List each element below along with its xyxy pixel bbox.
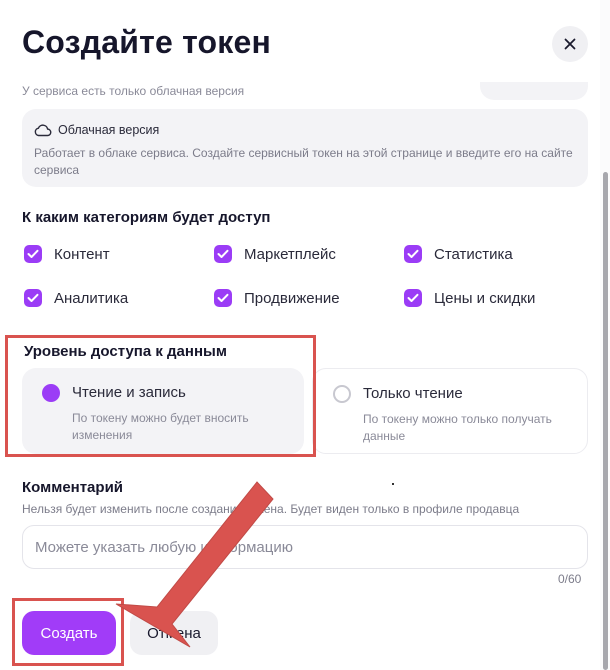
highlight-box-create-button [12,598,124,666]
checkbox-label: Статистика [434,245,513,263]
checkbox-label: Контент [54,245,110,263]
highlight-box-access-level [5,335,316,457]
close-button[interactable] [552,26,588,62]
comment-hint: Нельзя будет изменить после создания ток… [22,502,520,516]
checkbox-checked-icon[interactable] [24,289,42,307]
comment-char-counter: 0/60 [558,572,582,586]
comment-label: Комментарий [22,479,124,496]
checkbox-content[interactable]: Контент [24,245,110,263]
cloud-version-description: Работает в облаке сервиса. Создайте серв… [34,146,573,177]
stray-dot [392,483,394,485]
checkbox-marketplace[interactable]: Маркетплейс [214,245,336,263]
checkbox-checked-icon[interactable] [404,289,422,307]
categories-label: К каким категориям будет доступ [22,209,271,226]
checkbox-checked-icon[interactable] [214,245,232,263]
checkbox-prices-discounts[interactable]: Цены и скидки [404,289,535,307]
cloud-version-card: Облачная версия Работает в облаке сервис… [22,109,588,187]
cancel-button[interactable]: Отмена [130,611,218,655]
checkbox-analytics[interactable]: Аналитика [24,289,128,307]
cloud-version-header: Облачная версия [34,123,159,137]
access-option-description: По токену можно только получать данные [363,412,552,443]
access-option-title: Только чтение [363,385,463,402]
modal-title: Создайте токен [22,24,272,60]
checkbox-label: Цены и скидки [434,289,536,307]
cloud-icon [34,124,52,137]
checkbox-label: Продвижение [244,289,340,307]
radio-unselected-icon[interactable] [333,385,351,403]
checkbox-label: Маркетплейс [244,245,336,263]
comment-input[interactable] [22,525,588,569]
close-icon [564,38,576,50]
create-token-modal: Создайте токен У сервиса есть только обл… [0,0,610,670]
scrollbar-thumb[interactable] [603,172,608,670]
checkbox-label: Аналитика [54,289,129,307]
checkbox-checked-icon[interactable] [404,245,422,263]
version-hint-text: У сервиса есть только облачная версия [22,84,245,98]
checkbox-checked-icon[interactable] [24,245,42,263]
version-toggle-fragment[interactable] [480,82,588,100]
checkbox-statistics[interactable]: Статистика [404,245,513,263]
cloud-version-title: Облачная версия [58,123,160,137]
checkbox-promotion[interactable]: Продвижение [214,289,340,307]
access-option-read-only[interactable]: Только чтение По токену можно только пол… [312,368,588,454]
checkbox-checked-icon[interactable] [214,289,232,307]
